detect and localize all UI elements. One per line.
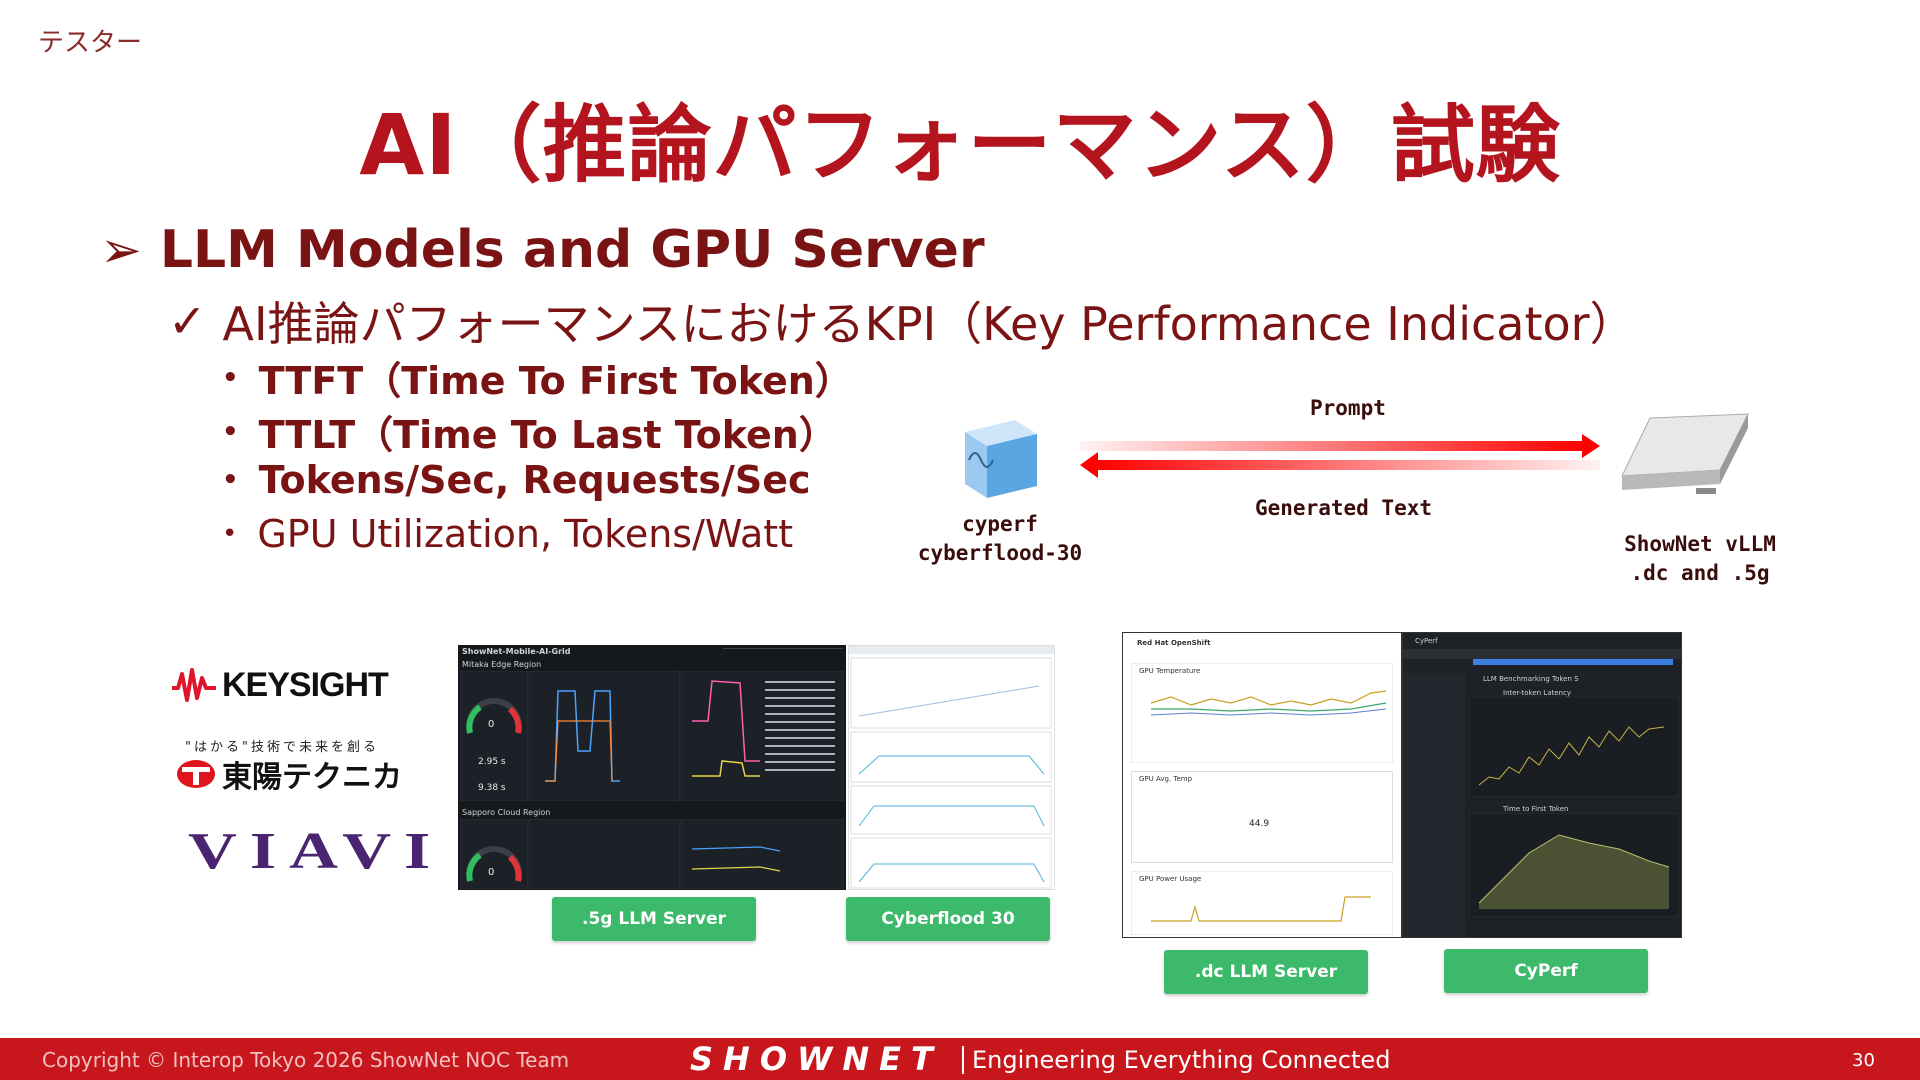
avg-temp-value: 44.9 [1249,819,1270,829]
inter-token-latency-chart [1469,697,1679,797]
bullet-text: Tokens/Sec, Requests/Sec [258,458,811,502]
footer-tagline: Engineering Everything Connected [972,1046,1391,1074]
viavi-logo: VIAVI [188,823,444,880]
dc-llm-server-button[interactable]: .dc LLM Server [1164,950,1368,994]
bullet-item: • TTLT（Time To Last Token） [222,404,837,459]
server-label: ShowNet vLLM .dc and .5g [1600,530,1800,588]
copyright-text: Copyright © Interop Tokyo 2026 ShowNet N… [42,1048,570,1072]
gpu-power-chart [1131,871,1393,935]
bullet-dot-icon: • [222,519,238,549]
cyperf-brand: CyPerf [1415,637,1438,645]
server-sites: .dc and .5g [1630,561,1770,585]
keysight-logo: KEYSIGHT [172,666,389,705]
bullet-dot-icon: • [222,362,239,393]
keysight-wave-icon [172,667,216,702]
cyperf-sidebar [1403,673,1465,937]
toyo-technica-logo: 東陽テクニカ [176,752,402,796]
subheading: ✓ AI推論パフォーマンスにおけるKPI（Key Performance Ind… [168,288,1636,354]
openshift-brand: Red Hat OpenShift [1137,639,1211,647]
toyo-text: 東陽テクニカ [222,760,402,795]
generated-text-arrow-icon [1080,452,1600,478]
avg-temp-panel [1131,771,1393,863]
stat2-value: 9.38 s [478,783,506,793]
toolbar-strip [723,648,843,657]
cyperf-tab: LLM Benchmarking Token S [1483,675,1579,683]
time-to-first-token-chart [1469,813,1679,917]
client-label: cyperf cyberflood-30 [900,510,1100,568]
region1-panels [460,671,844,801]
bullet-dot-icon: • [222,416,239,447]
bullet-text: TTFT（Time To First Token） [258,359,853,403]
section-heading: ➢ LLM Models and GPU Server [100,220,985,280]
keysight-text: KEYSIGHT [222,666,389,704]
gauge1-value: 0 [488,719,495,730]
stat1-value: 2.95 s [478,757,506,767]
cyperf-toolbar [1403,649,1681,659]
gpu-temp-chart [1131,663,1393,763]
cyperf-cube-icon [965,420,1037,498]
server-name: ShowNet vLLM [1624,532,1776,556]
dashboard-title: ShowNet-Mobile-AI-Grid [462,647,571,656]
region-title: Sapporo Cloud Region [462,808,551,817]
cyberflood-screenshot [848,645,1055,890]
client-host: cyberflood-30 [917,541,1083,565]
subheading-text: AI推論パフォーマンスにおけるKPI（Key Performance Indic… [222,297,1636,351]
region-title: Mitaka Edge Region [462,660,542,669]
cyperf-button[interactable]: CyPerf [1444,949,1648,993]
bullet-item: • GPU Utilization, Tokens/Watt [222,512,793,556]
chart-title: Inter-token Latency [1503,689,1571,697]
corner-label: テスター [38,28,143,58]
progress-bar [1473,659,1673,665]
cyberflood-charts [849,646,1054,889]
bullet-text: GPU Utilization, Tokens/Watt [257,512,794,556]
slide-title: AI（推論パフォーマンス）試験 [359,96,1561,194]
toyo-emblem-icon [177,760,215,788]
grafana-screenshot: ShowNet-Mobile-AI-Grid Mitaka Edge Regio… [458,645,846,890]
bullet-dot-icon: • [222,465,239,495]
region2-panels [460,819,844,889]
chart-title: Time to First Token [1503,805,1569,813]
generated-text-label: Generated Text [1255,496,1433,520]
arrow-bullet-icon: ➢ [100,221,142,279]
gauge2-value: 0 [488,867,495,878]
checkmark-icon: ✓ [168,294,207,348]
page-number: 30 [1852,1050,1875,1071]
cyberflood-button[interactable]: Cyberflood 30 [846,897,1050,941]
client-name: cyperf [962,512,1038,536]
shownet-logo: SHOWNET [690,1040,943,1078]
openshift-screenshot: Red Hat OpenShift GPU Temperature GPU Av… [1122,632,1402,938]
bullet-item: • Tokens/Sec, Requests/Sec [222,458,811,502]
section-heading-text: LLM Models and GPU Server [159,220,985,280]
cyperf-screenshot: CyPerf LLM Benchmarking Token S Inter-to… [1402,632,1682,938]
bullet-text: TTLT（Time To Last Token） [258,413,837,457]
bullet-item: • TTFT（Time To First Token） [222,350,853,405]
footer-divider [962,1046,964,1074]
server-icon [1621,413,1749,494]
g5-llm-server-button[interactable]: .5g LLM Server [552,897,756,941]
prompt-label: Prompt [1310,396,1386,420]
